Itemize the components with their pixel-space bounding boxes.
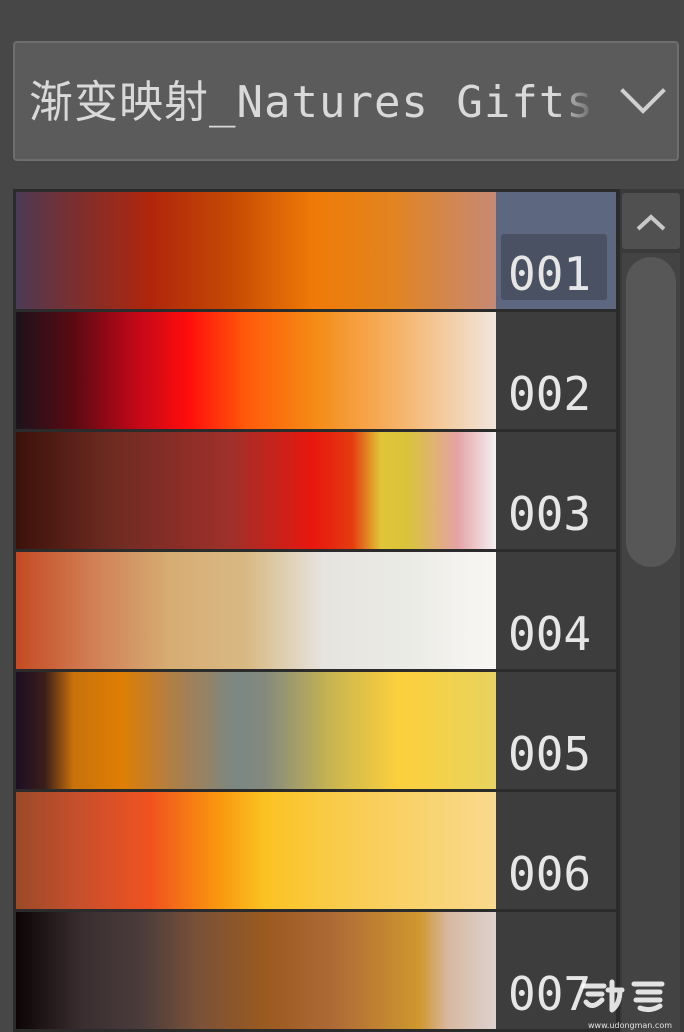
gradient-name-cell[interactable]: 007: [496, 912, 616, 1029]
gradient-name: 003: [508, 487, 592, 541]
gradient-row[interactable]: 004: [16, 552, 616, 669]
gradient-name: 004: [508, 607, 592, 661]
gradient-name-cell[interactable]: 006: [496, 792, 616, 909]
gradient-name: 007: [508, 967, 592, 1021]
gradient-row[interactable]: 005: [16, 672, 616, 789]
gradient-name: 005: [508, 727, 592, 781]
gradient-name: 002: [508, 367, 592, 421]
gradient-row[interactable]: 002: [16, 312, 616, 429]
gradient-row[interactable]: 003: [16, 432, 616, 549]
gradient-row[interactable]: 007: [16, 912, 616, 1029]
gradient-name-cell[interactable]: 004: [496, 552, 616, 669]
gradient-name-cell[interactable]: 001: [496, 192, 616, 309]
chevron-up-icon: [636, 214, 666, 231]
scroll-track[interactable]: [622, 253, 680, 1032]
gradient-swatch[interactable]: [16, 192, 496, 309]
gradient-set-label: 渐变映射_Natures Gifts 01: [29, 77, 589, 128]
scroll-thumb[interactable]: [626, 257, 676, 567]
gradient-set-dropdown[interactable]: 渐变映射_Natures Gifts 01: [13, 41, 679, 161]
gradient-swatch[interactable]: [16, 672, 496, 789]
gradient-row[interactable]: 006: [16, 792, 616, 909]
gradient-row[interactable]: 001: [16, 192, 616, 309]
gradient-name-cell[interactable]: 002: [496, 312, 616, 429]
gradient-name: 006: [508, 847, 592, 901]
gradient-swatch[interactable]: [16, 552, 496, 669]
gradient-name: 001: [508, 247, 592, 301]
chevron-down-icon[interactable]: [617, 75, 669, 127]
label-fade: [555, 63, 605, 143]
gradient-list[interactable]: 001 002 003 004 005 006 007: [13, 189, 620, 1032]
gradient-swatch[interactable]: [16, 312, 496, 429]
gradient-name-cell[interactable]: 005: [496, 672, 616, 789]
gradient-swatch[interactable]: [16, 912, 496, 1029]
scroll-up-button[interactable]: [622, 193, 680, 249]
scrollbar[interactable]: [620, 189, 684, 1032]
gradient-swatch[interactable]: [16, 792, 496, 909]
gradient-name-cell[interactable]: 003: [496, 432, 616, 549]
gradient-swatch[interactable]: [16, 432, 496, 549]
